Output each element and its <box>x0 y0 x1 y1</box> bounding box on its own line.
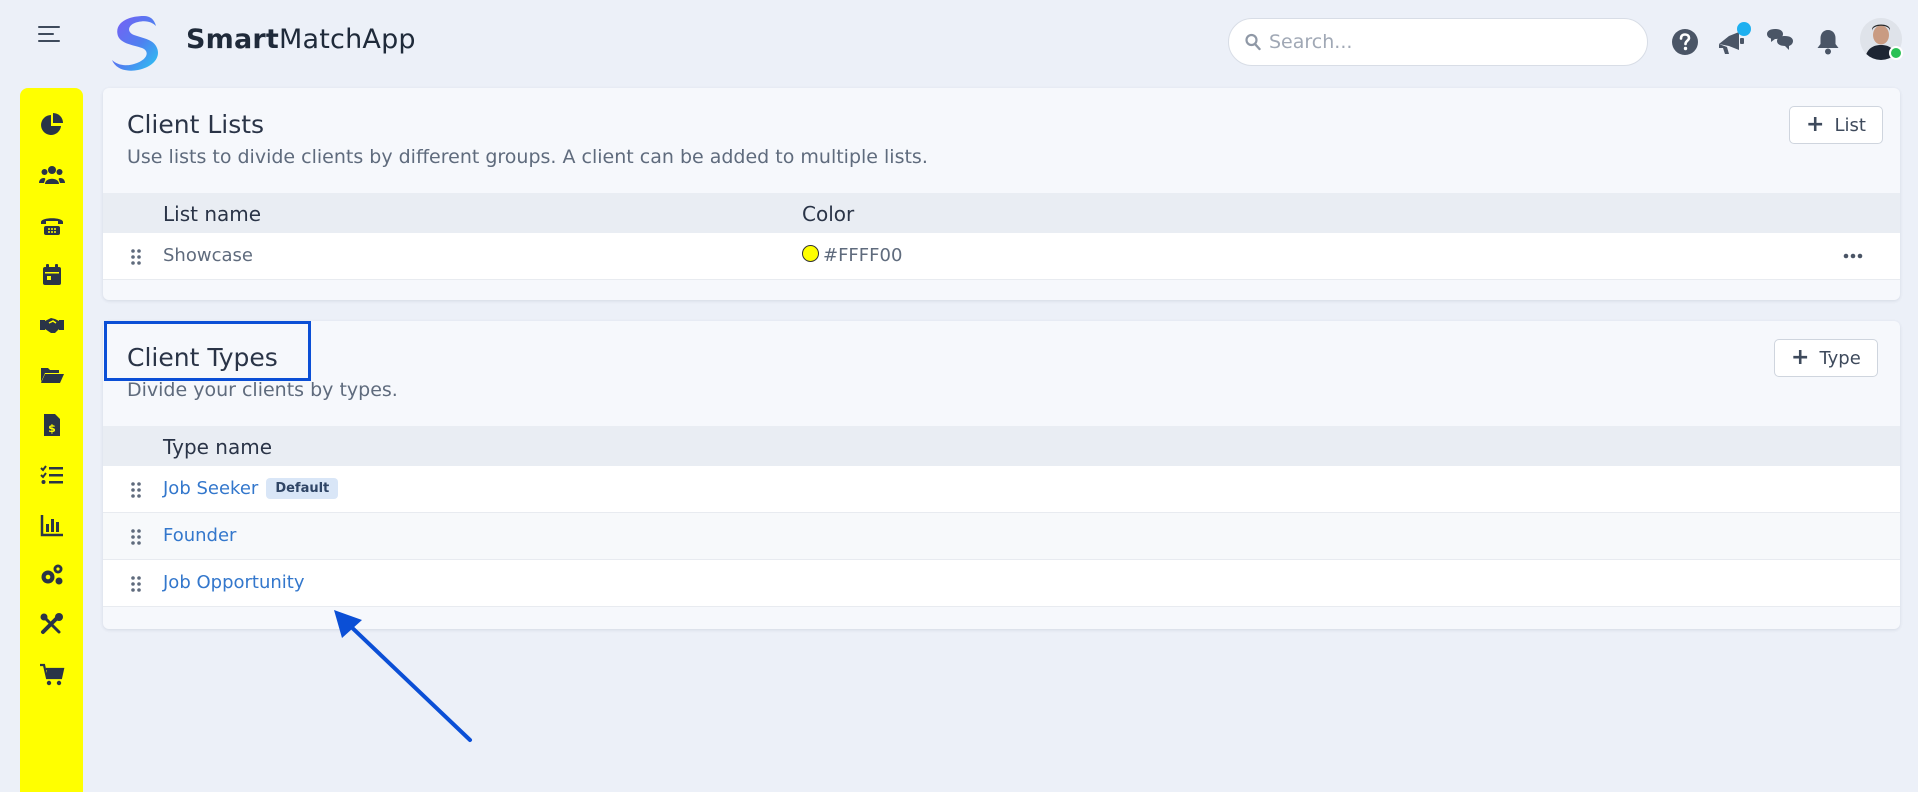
drag-handle-icon[interactable] <box>131 528 141 546</box>
list-name-cell: Showcase <box>163 245 253 266</box>
search-input[interactable] <box>1269 27 1629 57</box>
annotation-arrow-icon <box>334 610 472 742</box>
more-options-icon[interactable] <box>1843 253 1863 259</box>
online-status-dot <box>1889 46 1903 60</box>
app-logo[interactable] <box>104 12 168 74</box>
sidebar: $ <box>20 88 83 792</box>
column-header-color: Color <box>802 202 855 226</box>
reports-icon[interactable] <box>39 512 65 538</box>
menu-toggle-icon[interactable] <box>38 26 60 46</box>
plus-icon: + <box>1791 345 1810 370</box>
add-type-label: Type <box>1819 347 1861 369</box>
help-icon[interactable] <box>1669 26 1701 58</box>
cart-icon[interactable] <box>39 662 65 688</box>
annotation-highlight-box <box>104 321 311 381</box>
app-brand[interactable]: SmartMatchApp <box>186 24 416 55</box>
clients-icon[interactable] <box>39 162 65 188</box>
handshake-icon[interactable] <box>39 312 65 338</box>
folder-open-icon[interactable] <box>39 362 65 388</box>
column-header-type-name: Type name <box>163 435 273 459</box>
search-box[interactable] <box>1228 18 1648 66</box>
phone-icon[interactable] <box>39 212 65 238</box>
drag-handle-icon[interactable] <box>131 575 141 593</box>
tools-icon[interactable] <box>39 612 65 638</box>
notification-bell-icon[interactable] <box>1812 26 1844 58</box>
client-lists-table-header: List name Color <box>103 193 1900 233</box>
client-lists-subtitle: Use lists to divide clients by different… <box>127 146 928 168</box>
color-swatch <box>802 245 819 262</box>
type-link-job-seeker[interactable]: Job Seeker <box>163 478 258 499</box>
top-bar: SmartMatchApp <box>0 0 1918 84</box>
chat-icon[interactable] <box>1764 26 1796 58</box>
plus-icon: + <box>1806 112 1825 137</box>
add-list-label: List <box>1834 114 1866 136</box>
client-lists-card: Client Lists Use lists to divide clients… <box>103 88 1900 300</box>
type-link-founder[interactable]: Founder <box>163 525 236 546</box>
add-type-button[interactable]: + Type <box>1774 339 1878 377</box>
client-lists-title: Client Lists <box>127 110 265 139</box>
client-types-subtitle: Divide your clients by types. <box>127 379 398 401</box>
tasks-icon[interactable] <box>39 462 65 488</box>
table-row[interactable]: Showcase #FFFF00 <box>103 233 1900 280</box>
drag-handle-icon[interactable] <box>131 248 141 266</box>
type-name-cell: Job Seeker Default <box>163 478 339 499</box>
notification-dot <box>1737 22 1751 36</box>
table-row[interactable]: Job Seeker Default <box>103 466 1900 513</box>
dashboard-icon[interactable] <box>39 112 65 138</box>
type-link-job-opportunity[interactable]: Job Opportunity <box>163 572 305 593</box>
calendar-icon[interactable] <box>39 262 65 288</box>
table-row[interactable]: Founder <box>103 513 1900 560</box>
settings-icon[interactable] <box>39 562 65 588</box>
list-color-cell: #FFFF00 <box>802 245 902 266</box>
search-icon <box>1245 33 1261 51</box>
client-types-card: Client Types Divide your clients by type… <box>103 321 1900 629</box>
svg-text:$: $ <box>48 422 56 435</box>
client-types-table-header: Type name <box>103 426 1900 466</box>
drag-handle-icon[interactable] <box>131 481 141 499</box>
announcement-icon[interactable] <box>1715 22 1751 58</box>
invoice-icon[interactable]: $ <box>39 412 65 438</box>
add-list-button[interactable]: + List <box>1789 106 1883 144</box>
column-header-list-name: List name <box>163 202 262 226</box>
color-hex: #FFFF00 <box>823 245 903 266</box>
table-row[interactable]: Job Opportunity <box>103 560 1900 607</box>
default-badge: Default <box>266 478 339 499</box>
